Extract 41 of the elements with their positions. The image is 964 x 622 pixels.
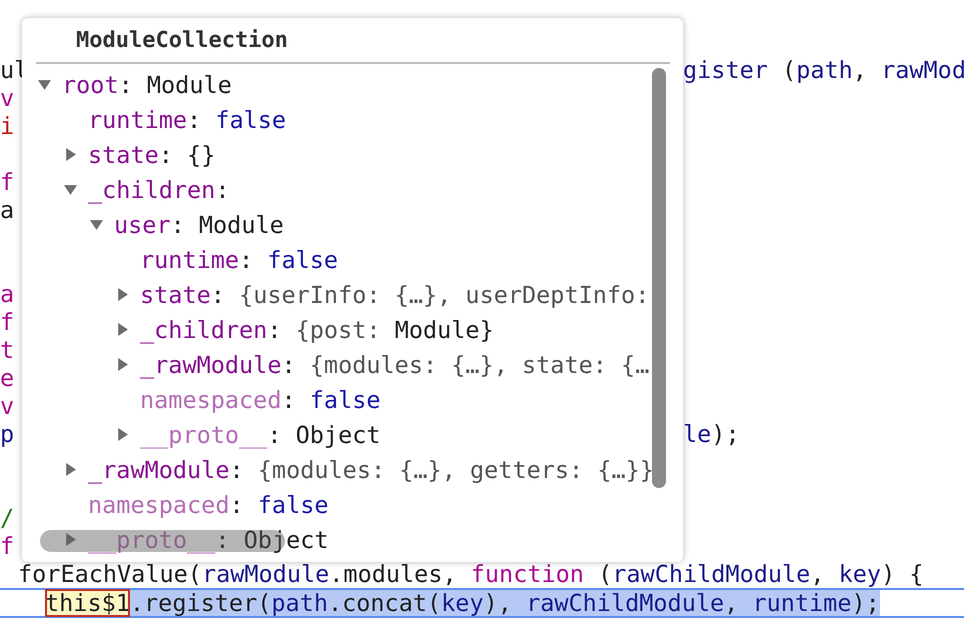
- code-line: forEachValue(rawModule.modules, function (rawChildModule, key) {: [18, 560, 924, 588]
- code-text: le);: [683, 420, 740, 448]
- tree-item: namespaced: false: [139, 384, 382, 416]
- code-text: f: [0, 168, 14, 196]
- code-text: p: [0, 420, 14, 448]
- tree-item[interactable]: _rawModule: {modules: {…}, getters: {…}}: [64, 452, 667, 487]
- tree-item[interactable]: state: {}: [64, 137, 667, 172]
- disclosure-triangle-icon[interactable]: [64, 148, 77, 161]
- tree-item[interactable]: _rawModule: {modules: {…}, state: {…: [116, 347, 667, 382]
- tree-item[interactable]: state: {userInfo: {…}, userDeptInfo:: [116, 277, 667, 312]
- code-text: t: [0, 336, 14, 364]
- code-text: i: [0, 112, 14, 140]
- tree-item: runtime: false: [87, 104, 288, 136]
- code-text: a: [0, 196, 14, 224]
- code-text: e: [0, 364, 14, 392]
- code-text: v: [0, 392, 14, 420]
- disclosure-triangle-icon[interactable]: [64, 533, 77, 546]
- tree-item[interactable]: _children:: [64, 172, 667, 207]
- tree-item: namespaced: false: [87, 490, 330, 520]
- code-text: gister (path, rawMod: [683, 56, 964, 84]
- disclosure-triangle-icon[interactable]: [90, 218, 103, 231]
- tree-item[interactable]: _children: {post: Module}: [116, 312, 667, 347]
- tree-item[interactable]: __proto__: Object: [64, 522, 667, 557]
- code-text: /: [0, 504, 14, 532]
- disclosure-triangle-icon[interactable]: [64, 463, 77, 476]
- disclosure-triangle-icon[interactable]: [116, 358, 129, 371]
- tree-item[interactable]: __proto__: Object: [116, 417, 667, 452]
- disclosure-triangle-icon[interactable]: [116, 323, 129, 336]
- disclosure-triangle-icon[interactable]: [64, 183, 77, 196]
- tree-item[interactable]: root: Module: [38, 67, 667, 102]
- code-text: v: [0, 84, 14, 112]
- disclosure-triangle-icon[interactable]: [116, 428, 129, 441]
- code-text: f: [0, 308, 14, 336]
- tree-item[interactable]: user: Module: [90, 207, 667, 242]
- vertical-scrollbar[interactable]: [652, 68, 666, 488]
- code-text: a: [0, 280, 14, 308]
- disclosure-triangle-icon[interactable]: [116, 288, 129, 301]
- tree-item: runtime: false: [139, 244, 340, 276]
- code-text: f: [0, 532, 14, 560]
- popover-title: ModuleCollection: [75, 28, 288, 52]
- disclosure-triangle-icon[interactable]: [38, 78, 51, 91]
